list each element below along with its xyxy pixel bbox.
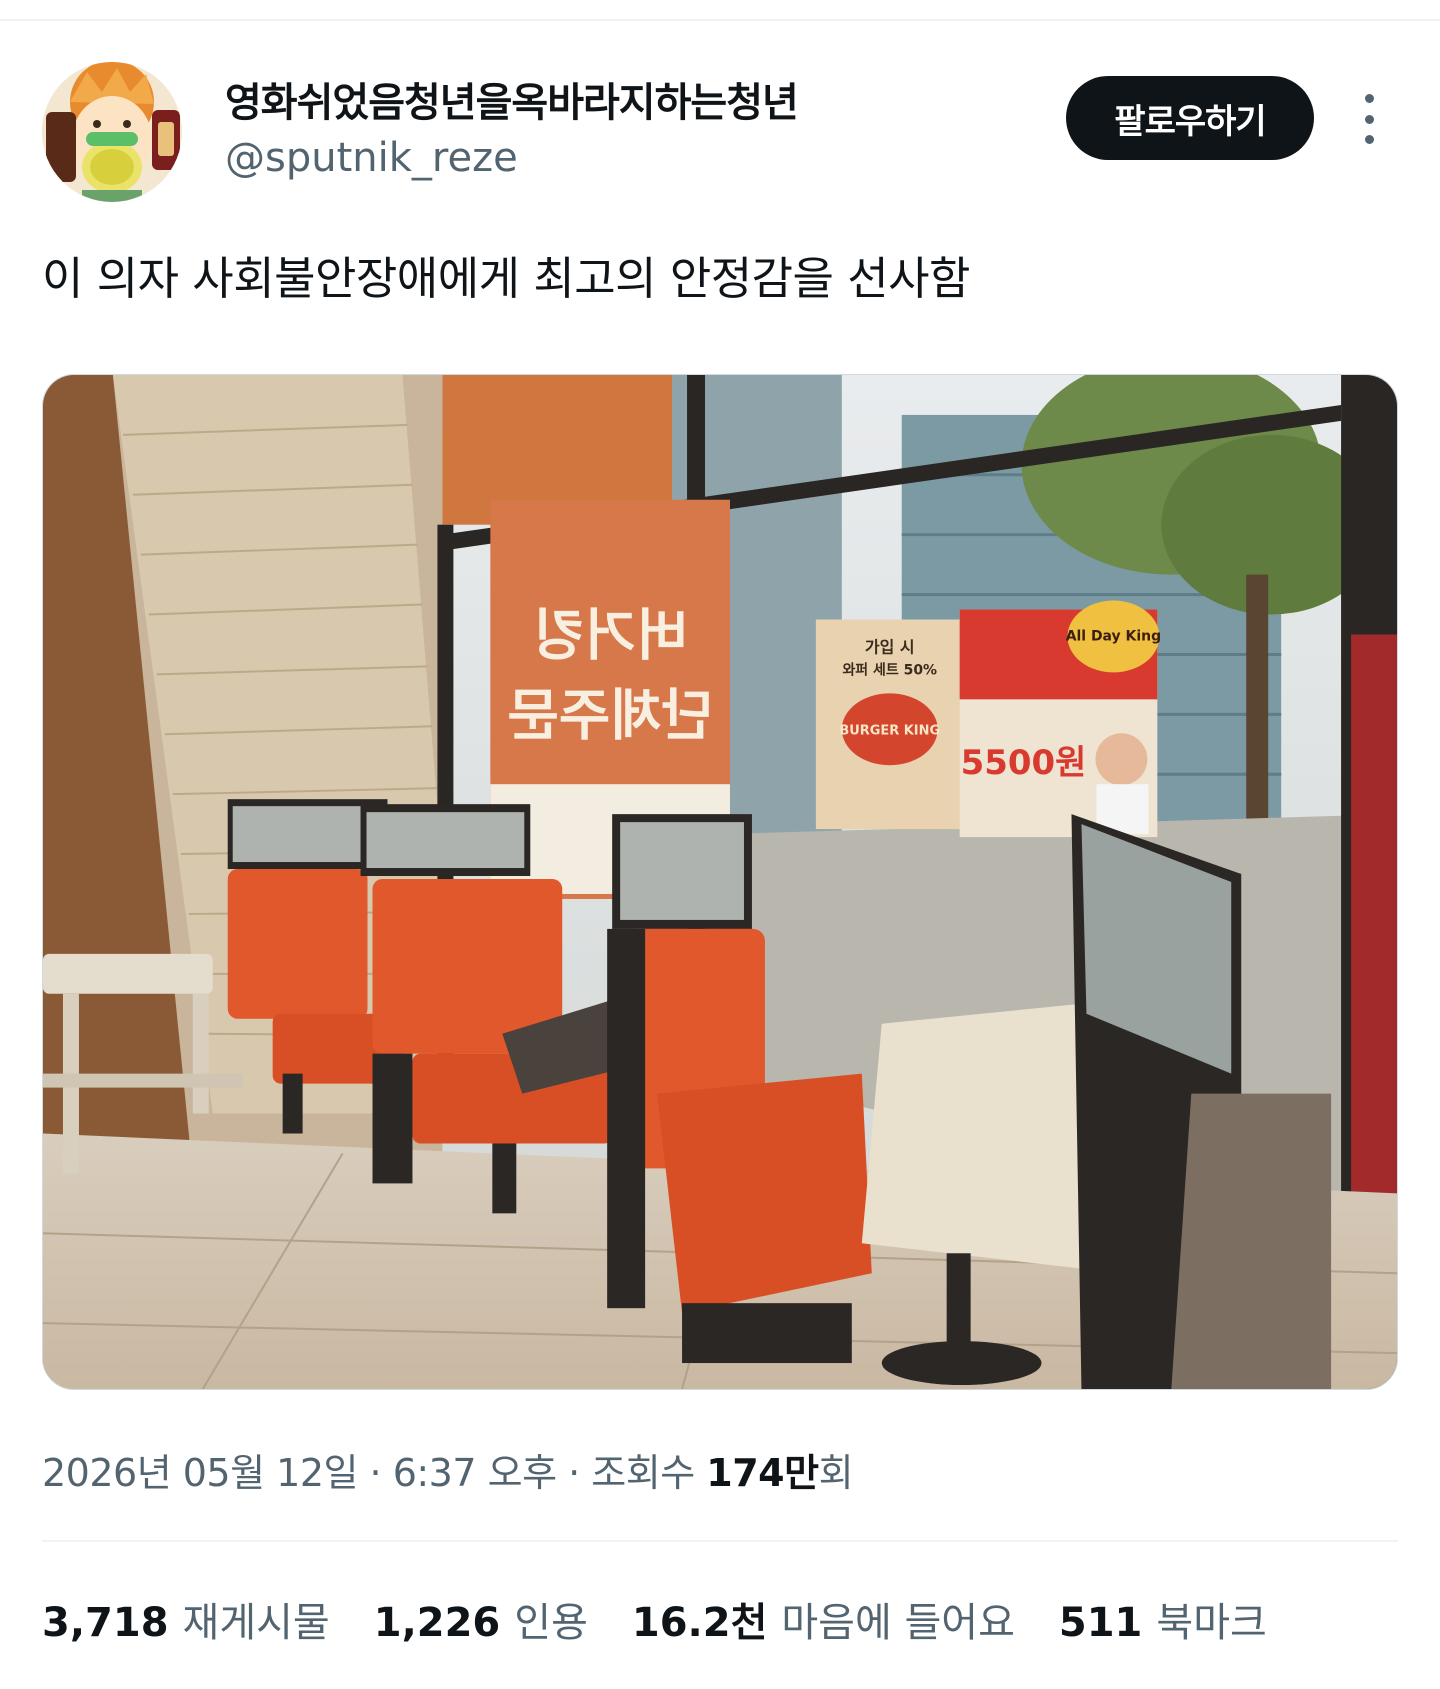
views-suffix: 회	[818, 1451, 854, 1495]
separator: ·	[556, 1451, 592, 1495]
divider	[42, 1540, 1398, 1542]
more-vertical-icon[interactable]	[1354, 94, 1384, 144]
poster-right-badge: All Day King	[1066, 628, 1161, 644]
photo-restaurant-booth-icon: 버거킹 단체주문 가입 시 와퍼 세트 50% BURGER KING All …	[43, 375, 1397, 1389]
top-divider	[0, 19, 1440, 21]
tweet-photo[interactable]: 버거킹 단체주문 가입 시 와퍼 세트 50% BURGER KING All …	[42, 374, 1398, 1390]
tweet-text: 이 의자 사회불안장애에게 최고의 안정감을 선사함	[42, 252, 970, 305]
quotes-label: 인용	[514, 1600, 588, 1646]
likes-stat[interactable]: 16.2천 마음에 들어요	[632, 1590, 1015, 1648]
tweet-date[interactable]: 2026년 05월 12일	[42, 1451, 358, 1495]
bookmarks-label: 북마크	[1156, 1600, 1267, 1646]
poster-right-price: 5500원	[961, 743, 1087, 783]
views-count: 174만	[706, 1451, 819, 1495]
likes-count: 16.2천	[631, 1600, 768, 1646]
bookmarks-count: 511	[1058, 1600, 1143, 1646]
dot	[1364, 114, 1374, 124]
likes-label: 마음에 들어요	[781, 1600, 1015, 1646]
poster-center-line1: 가입 시	[865, 637, 915, 656]
author-display-name[interactable]: 영화쉬었음청년을옥바라지하는청년	[225, 70, 799, 128]
views-label: 조회수	[591, 1451, 707, 1495]
bookmarks-stat[interactable]: 511 북마크	[1059, 1590, 1267, 1648]
poster-center-line2: 와퍼 세트 50%	[842, 661, 937, 678]
dot	[1364, 94, 1374, 103]
quotes-count: 1,226	[373, 1600, 501, 1646]
reposts-stat[interactable]: 3,718 재게시물	[42, 1590, 330, 1648]
reposts-label: 재게시물	[182, 1600, 330, 1646]
follow-button[interactable]: 팔로우하기	[1066, 76, 1314, 160]
engagement-stats: 3,718 재게시물 1,226 인용 16.2천 마음에 들어요 511 북마…	[42, 1590, 1311, 1648]
quotes-stat[interactable]: 1,226 인용	[374, 1590, 588, 1648]
separator: ·	[357, 1451, 393, 1495]
poster-left-line2: 단체주문	[507, 683, 713, 748]
avatar[interactable]	[42, 62, 182, 202]
anime-avatar-icon	[42, 62, 182, 202]
poster-center-brand: BURGER KING	[839, 723, 940, 738]
reposts-count: 3,718	[42, 1600, 169, 1646]
tweet-meta: 2026년 05월 12일 · 6:37 오후 · 조회수 174만회	[42, 1442, 854, 1497]
author-handle[interactable]: @sputnik_reze	[225, 135, 518, 181]
tweet-time[interactable]: 6:37 오후	[393, 1451, 557, 1495]
dot	[1364, 135, 1374, 144]
poster-left-line1: 버거킹	[533, 603, 687, 668]
